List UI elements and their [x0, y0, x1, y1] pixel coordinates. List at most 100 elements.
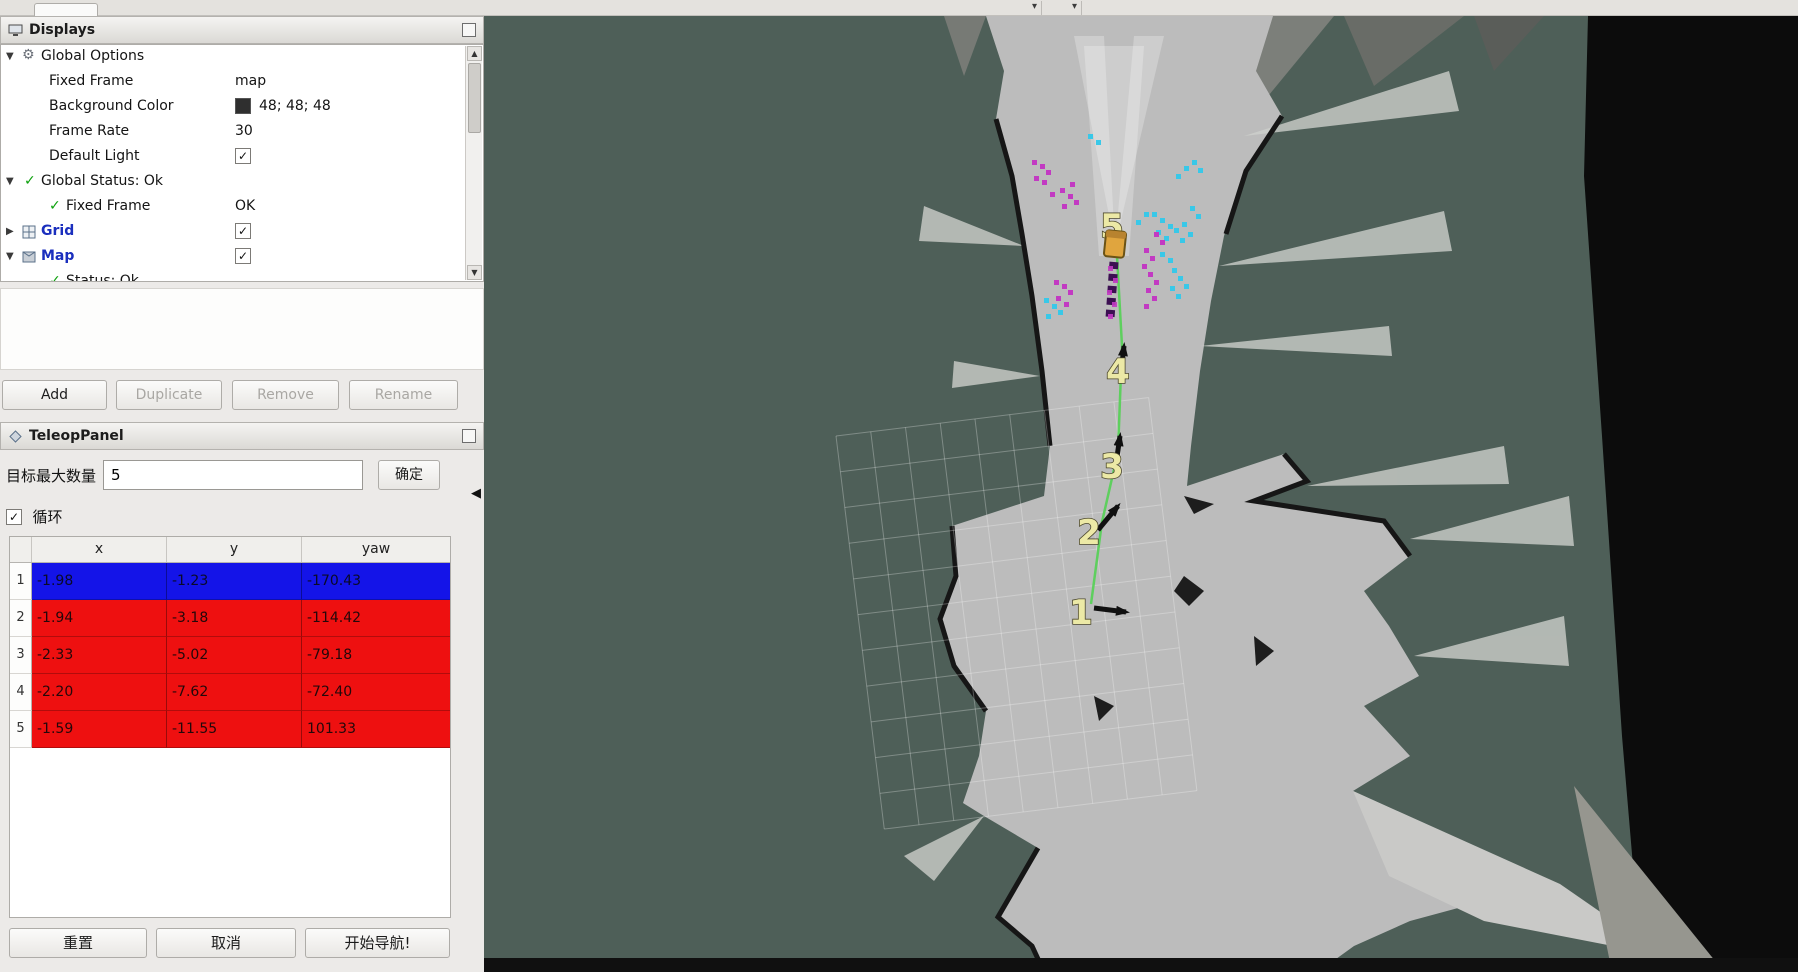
table-row[interactable]: 1 -1.98 -1.23 -170.43	[10, 563, 450, 600]
toolbar-dropdown-1[interactable]: ▾	[1012, 1, 1042, 15]
cell-x[interactable]: -1.94	[32, 600, 167, 637]
tree-label-default-light[interactable]: Default Light	[49, 148, 140, 164]
row-number[interactable]: 1	[10, 563, 32, 600]
cell-yaw[interactable]: 101.33	[302, 711, 450, 748]
color-swatch[interactable]	[235, 98, 251, 114]
tree-row-map[interactable]: ▼ Map ✓	[1, 245, 441, 270]
scrollbar-thumb[interactable]	[468, 63, 481, 133]
panel-float-button[interactable]	[462, 23, 476, 37]
table-row[interactable]: 2 -1.94 -3.18 -114.42	[10, 600, 450, 637]
default-light-checkbox[interactable]: ✓	[235, 148, 251, 164]
table-row[interactable]: 3 -2.33 -5.02 -79.18	[10, 637, 450, 674]
teleop-panel-icon	[8, 430, 23, 443]
map-checkbox[interactable]: ✓	[235, 248, 251, 264]
tree-label-frame-rate[interactable]: Frame Rate	[49, 123, 129, 139]
fixed-frame-value[interactable]: map	[235, 73, 266, 89]
tree-row-global-options[interactable]: ▼ ⚙ Global Options	[1, 45, 441, 70]
map-canvas: 1 2 3 4 5	[484, 16, 1798, 972]
cell-y[interactable]: -5.02	[167, 637, 302, 674]
toolbar-dropdown-2[interactable]: ▾	[1052, 1, 1082, 15]
displays-tree[interactable]: ▼ ⚙ Global Options Fixed Frame map Backg…	[0, 44, 484, 282]
collapse-triangle-icon[interactable]: ▶	[6, 226, 14, 237]
loop-checkbox-label[interactable]: 循环	[32, 508, 62, 526]
tree-label-grid[interactable]: Grid	[41, 223, 74, 239]
chevron-down-icon: ▾	[1032, 1, 1037, 12]
loop-row: ✓ 循环	[6, 506, 62, 526]
start-navigation-button[interactable]: 开始导航!	[305, 928, 450, 958]
tree-scrollbar[interactable]: ▲ ▼	[465, 46, 482, 280]
tree-row-background-color[interactable]: Background Color 48; 48; 48	[1, 95, 441, 120]
column-header-x[interactable]: x	[32, 537, 167, 562]
tree-label-status-fixed-frame[interactable]: Fixed Frame	[66, 198, 150, 214]
table-row[interactable]: 4 -2.20 -7.62 -72.40	[10, 674, 450, 711]
tree-row-grid[interactable]: ▶ Grid ✓	[1, 220, 441, 245]
tree-row-fixed-frame[interactable]: Fixed Frame map	[1, 70, 441, 95]
cell-x[interactable]: -1.98	[32, 563, 167, 600]
cell-y[interactable]: -1.23	[167, 563, 302, 600]
row-number[interactable]: 5	[10, 711, 32, 748]
row-number[interactable]: 3	[10, 637, 32, 674]
expand-triangle-icon[interactable]: ▼	[6, 51, 14, 62]
tree-row-default-light[interactable]: Default Light ✓	[1, 145, 441, 170]
splitter-collapse-icon[interactable]: ◀	[471, 486, 481, 501]
tree-row-global-status[interactable]: ▼ ✓ Global Status: Ok	[1, 170, 441, 195]
scroll-up-icon[interactable]: ▲	[467, 46, 482, 61]
map-3d-viewport[interactable]: 1 2 3 4 5	[484, 16, 1798, 972]
top-toolbar-strip: ▾ ▾	[0, 0, 1798, 16]
duplicate-button[interactable]: Duplicate	[116, 380, 222, 410]
goal-count-row: 目标最大数量 确定	[0, 460, 484, 490]
confirm-button[interactable]: 确定	[378, 460, 440, 490]
add-button[interactable]: Add	[2, 380, 107, 410]
background-color-value[interactable]: 48; 48; 48	[259, 98, 331, 114]
goal-count-input[interactable]	[103, 460, 363, 490]
displays-panel-header[interactable]: Displays	[0, 16, 484, 44]
reset-button[interactable]: 重置	[9, 928, 147, 958]
tree-label-map-status[interactable]: Status: Ok	[66, 273, 139, 281]
cell-yaw[interactable]: -114.42	[302, 600, 450, 637]
status-ok-check-icon: ✓	[49, 198, 61, 214]
column-header-yaw[interactable]: yaw	[302, 537, 450, 562]
displays-panel-title: Displays	[29, 22, 95, 38]
tree-row-frame-rate[interactable]: Frame Rate 30	[1, 120, 441, 145]
tree-row-status-fixed-frame[interactable]: ✓ Fixed Frame OK	[1, 195, 441, 220]
cell-y[interactable]: -3.18	[167, 600, 302, 637]
scroll-down-icon[interactable]: ▼	[467, 265, 482, 280]
chevron-down-icon: ▾	[1072, 1, 1077, 12]
expand-triangle-icon[interactable]: ▼	[6, 176, 14, 187]
teleop-panel-title: TeleopPanel	[29, 428, 124, 444]
tree-label-global-options[interactable]: Global Options	[41, 48, 144, 64]
tree-label-background-color[interactable]: Background Color	[49, 98, 174, 114]
loop-checkbox[interactable]: ✓	[6, 509, 22, 525]
column-header-y[interactable]: y	[167, 537, 302, 562]
expand-triangle-icon[interactable]: ▼	[6, 251, 14, 262]
cancel-button[interactable]: 取消	[156, 928, 296, 958]
panel-float-button[interactable]	[462, 429, 476, 443]
cell-y[interactable]: -7.62	[167, 674, 302, 711]
waypoint-label-4: 4	[1106, 352, 1130, 392]
tree-label-map[interactable]: Map	[41, 248, 74, 264]
remove-button[interactable]: Remove	[232, 380, 339, 410]
grid-checkbox[interactable]: ✓	[235, 223, 251, 239]
cell-yaw[interactable]: -170.43	[302, 563, 450, 600]
cell-y[interactable]: -11.55	[167, 711, 302, 748]
tree-label-fixed-frame[interactable]: Fixed Frame	[49, 73, 133, 89]
teleop-panel-header[interactable]: TeleopPanel	[0, 422, 484, 450]
cell-x[interactable]: -2.33	[32, 637, 167, 674]
row-number[interactable]: 4	[10, 674, 32, 711]
table-row[interactable]: 5 -1.59 -11.55 101.33	[10, 711, 450, 748]
row-number-gutter	[10, 537, 32, 562]
displays-panel-icon	[8, 24, 23, 37]
cell-yaw[interactable]: -79.18	[302, 637, 450, 674]
status-ok-check-icon: ✓	[24, 173, 36, 189]
rename-button[interactable]: Rename	[349, 380, 458, 410]
waypoint-table[interactable]: x y yaw 1 -1.98 -1.23 -170.43 2 -1.94 -3…	[9, 536, 451, 918]
cell-x[interactable]: -2.20	[32, 674, 167, 711]
tree-label-global-status[interactable]: Global Status: Ok	[41, 173, 163, 189]
tree-row-map-status-partial[interactable]: ✓ Status: Ok	[1, 270, 441, 281]
tab-fragment[interactable]	[34, 3, 98, 16]
cell-x[interactable]: -1.59	[32, 711, 167, 748]
frame-rate-value[interactable]: 30	[235, 123, 253, 139]
cell-yaw[interactable]: -72.40	[302, 674, 450, 711]
goal-count-label: 目标最大数量	[6, 465, 96, 486]
row-number[interactable]: 2	[10, 600, 32, 637]
